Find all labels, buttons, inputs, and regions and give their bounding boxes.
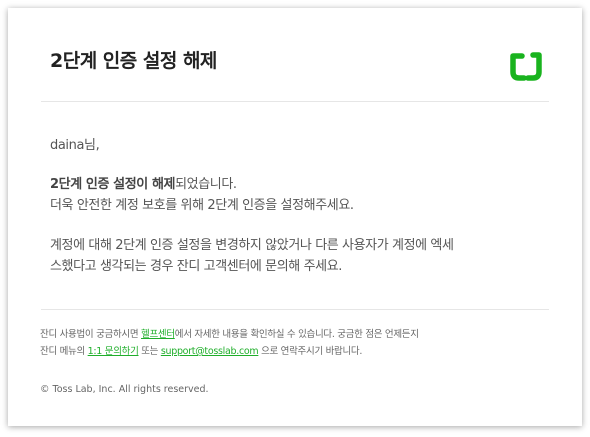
footer-line1-prefix: 잔디 사용법이 궁금하시면 [40,329,141,340]
header-divider [41,101,549,102]
notice-bold-text: 2단계 인증 설정이 해제 [50,177,176,192]
footer-help-text: 잔디 사용법이 궁금하시면 헬프센터에서 자세한 내용을 확인하실 수 있습니다… [40,326,419,360]
support-email-link[interactable]: support@tosslab.com [161,346,259,357]
help-center-link[interactable]: 헬프센터 [141,329,175,340]
email-title: 2단계 인증 설정 해제 [50,50,217,72]
footer-line1-suffix: 에서 자세한 내용을 확인하실 수 있습니다. 궁금한 점은 언제든지 [174,329,419,340]
footer-line2-middle: 또는 [138,346,161,357]
footer-divider [41,309,549,310]
warning-line2: 스했다고 생각되는 경우 잔디 고객센터에 문의해 주세요. [50,259,343,274]
notice-paragraph: 2단계 인증 설정이 해제되었습니다. 더욱 안전한 계정 보호를 위해 2단계… [50,174,354,216]
greeting-text: daina님, [50,138,100,153]
jandi-logo-icon [510,52,542,81]
footer-line2-suffix: 으로 연락주시기 바랍니다. [258,346,363,357]
notice-line2: 더욱 안전한 계정 보호를 위해 2단계 인증을 설정해주세요. [50,198,354,213]
notice-line1-rest: 되었습니다. [175,177,237,192]
warning-line1: 계정에 대해 2단계 인증 설정을 변경하지 않았거나 다른 사용자가 계정에 … [50,238,454,253]
warning-paragraph: 계정에 대해 2단계 인증 설정을 변경하지 않았거나 다른 사용자가 계정에 … [50,235,454,277]
copyright-text: © Toss Lab, Inc. All rights reserved. [40,384,209,395]
footer-line2-prefix: 잔디 메뉴의 [40,346,88,357]
email-card: 2단계 인증 설정 해제 daina님, 2단계 인증 설정이 해제되었습니다.… [8,8,582,426]
inquiry-link[interactable]: 1:1 문의하기 [88,346,139,357]
